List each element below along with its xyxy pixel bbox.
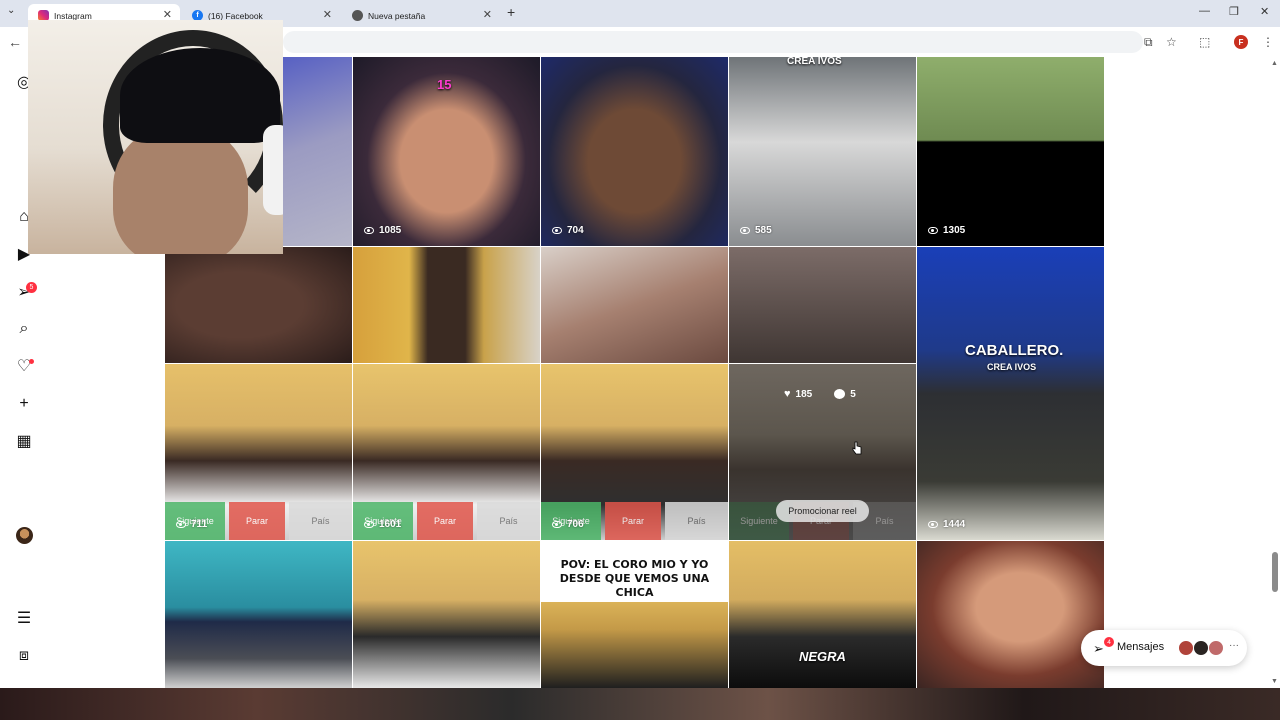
minimize-icon[interactable]: — [1199,5,1210,17]
likes-count: 185 [795,388,813,400]
threads-icon[interactable]: ⧈ [14,646,34,666]
country-button: País [477,502,540,540]
url-field[interactable] [283,31,1143,53]
conversation-avatar [1193,640,1209,656]
views-eye-icon [928,521,938,528]
reel-tile[interactable]: Siguiente Parar País 706 [541,364,728,540]
reel-tile[interactable] [165,247,352,363]
scroll-down-icon[interactable]: ▼ [1271,678,1278,685]
menu-dots-icon[interactable]: ⋮ [1262,35,1274,49]
reel-tile[interactable] [165,541,352,688]
views-eye-icon [364,521,374,528]
profile-avatar[interactable]: F [1234,35,1248,49]
messages-button[interactable]: ➢ 4 Mensajes ··· [1081,630,1247,666]
create-icon[interactable]: + [14,394,34,414]
view-count: 704 [552,225,584,236]
tile-caption-label: CABALLERO. [965,342,1064,359]
views-eye-icon [740,227,750,234]
reel-tile[interactable] [353,541,540,688]
view-count: 1305 [928,225,965,236]
reel-tile[interactable]: Siguiente Parar País 1601 [353,364,540,540]
tile-number-label: 15 [437,77,452,92]
view-count: 585 [740,225,772,236]
comments-icon [834,389,846,399]
country-button: País [665,502,728,540]
tile-caption: POV: EL CORO MIO Y YO DESDE QUE VEMOS UN… [541,556,728,602]
close-tab-icon[interactable]: ✕ [483,8,492,21]
more-menu-icon[interactable]: ☰ [14,608,34,628]
hover-stats: ♥ 185 5 [784,388,856,400]
view-count: 1601 [364,519,401,530]
view-count: 1085 [364,225,401,236]
view-count: 706 [552,519,584,530]
extensions-icon[interactable]: ⬚ [1199,35,1210,49]
reel-tile[interactable]: CABALLERO. CREA IVOS 1444 [917,247,1104,540]
views-eye-icon [552,521,562,528]
restore-icon[interactable]: ❐ [1229,5,1239,18]
tab-title: (16) Facebook [208,10,263,21]
scroll-up-icon[interactable]: ▲ [1271,60,1278,67]
country-button: País [289,502,352,540]
reel-tile-hovered[interactable]: ♥ 185 5 Siguiente Parar País Promocionar… [729,364,916,540]
screen: ⌄ Instagram ✕ f (16) Facebook ✕ Nueva pe… [0,0,1280,720]
search-icon[interactable]: ⌕ [14,319,34,339]
views-eye-icon [364,227,374,234]
close-window-icon[interactable]: ✕ [1260,5,1269,18]
hand-cursor-icon [852,441,862,455]
likes-heart-icon: ♥ [784,388,791,400]
bookmark-star-icon[interactable]: ☆ [1166,35,1177,49]
activity-dot [29,359,34,364]
reel-tile[interactable] [541,247,728,363]
desktop-background [0,688,1280,720]
tab-title: Nueva pestaña [368,10,426,21]
new-tab-icon[interactable]: + [507,4,515,20]
conversation-avatar [1208,640,1224,656]
stop-button: Parar [605,502,661,540]
views-eye-icon [176,521,186,528]
promote-reel-button[interactable]: Promocionar reel [776,500,869,522]
reel-tile[interactable]: POV: EL CORO MIO Y YO DESDE QUE VEMOS UN… [541,541,728,688]
reel-tile[interactable]: 15 1085 [353,57,540,246]
messenger-icon: ➢ [1093,641,1104,656]
messages-label: Mensajes [1117,641,1165,653]
stop-button: Parar [229,502,285,540]
earpad-shape [263,125,283,215]
dashboard-icon[interactable]: ▦ [14,431,34,451]
reel-tile[interactable]: 1305 [917,57,1104,246]
conversation-avatar [1178,640,1194,656]
tile-watermark: CREA IVOS [787,57,842,67]
view-count: 1444 [928,519,965,530]
view-count: 711 [176,519,207,530]
views-eye-icon [552,227,562,234]
reel-tile[interactable]: 704 [541,57,728,246]
stop-button: Parar [417,502,473,540]
scrollbar-thumb[interactable] [1272,552,1278,592]
back-arrow-icon[interactable]: ← [8,34,22,50]
tile-watermark: CREA IVOS [987,362,1037,372]
reel-tile[interactable] [917,541,1104,688]
tab-search-icon[interactable]: ⌄ [7,5,15,16]
reel-tile[interactable] [353,247,540,363]
tab-new[interactable]: Nueva pestaña ✕ [342,4,500,27]
reels-grid: 15 1085 704 CREA IVOS 585 1305 CABALLERO… [165,57,1105,688]
durag-shape [120,48,280,143]
reel-tile[interactable]: NEGRA [729,541,916,688]
profile-avatar-icon[interactable] [16,527,33,544]
tile-caption-label: NEGRA [799,649,846,664]
face-shape [113,125,248,254]
install-app-icon[interactable]: ⧉ [1144,35,1153,50]
page-scrollbar[interactable] [1270,57,1280,687]
chrome-icon [352,10,363,21]
notifications-badge: 5 [26,282,37,293]
views-eye-icon [928,227,938,234]
comments-count: 5 [850,388,856,400]
tab-title: Instagram [54,10,92,21]
reel-tile[interactable] [729,247,916,363]
close-tab-icon[interactable]: ✕ [323,8,332,21]
webcam-overlay [28,20,283,254]
reel-tile[interactable]: CREA IVOS 585 [729,57,916,246]
more-dots-icon: ··· [1229,640,1239,651]
reel-tile[interactable]: Siguiente Parar País 711 [165,364,352,540]
messages-badge: 4 [1104,637,1114,647]
